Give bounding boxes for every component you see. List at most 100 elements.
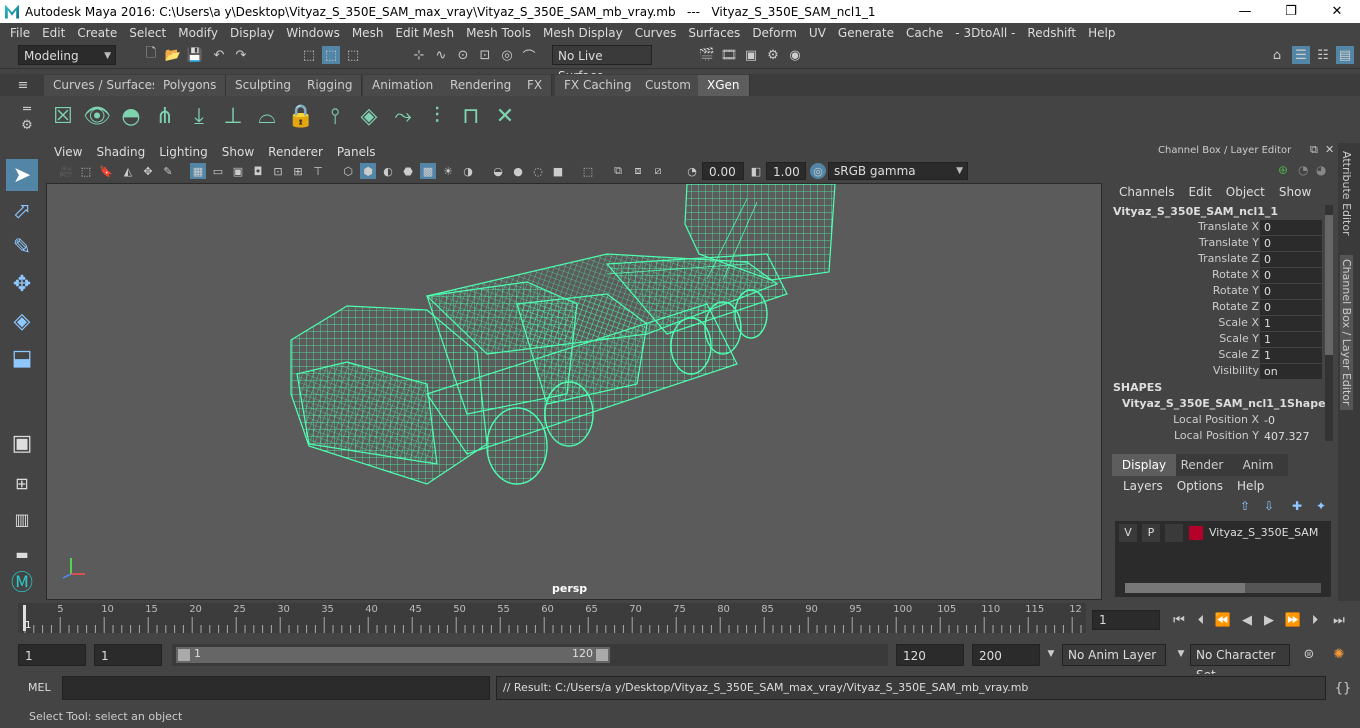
menu-mesh-tools[interactable]: Mesh Tools — [460, 26, 537, 40]
snap-view-icon[interactable]: ⊡ — [476, 46, 494, 64]
layer-display-type-toggle[interactable] — [1165, 524, 1183, 542]
tab-fx-caching[interactable]: FX Caching — [555, 75, 642, 96]
live-surface-field[interactable]: No Live Surface — [552, 45, 652, 83]
speed-icon[interactable]: ◔ — [1298, 163, 1308, 177]
exposure-icon[interactable]: ◔ — [684, 163, 700, 179]
layer-row[interactable]: V P Vityaz_S_350E_SAM — [1117, 524, 1329, 542]
attr-local-position-x[interactable]: Local Position X -0 — [1108, 413, 1337, 429]
go-to-start-icon[interactable]: ⏮ — [1170, 611, 1188, 629]
tab-rendering[interactable]: Rendering — [441, 75, 522, 96]
attr-translate-y[interactable]: Translate Y0 — [1108, 236, 1337, 252]
lasso-tool-icon[interactable]: ⬀ — [6, 195, 38, 227]
attr-rotate-z[interactable]: Rotate Z0 — [1108, 300, 1337, 316]
layer-visibility-toggle[interactable]: V — [1119, 524, 1137, 542]
float-panel-icon[interactable]: ⧉ — [1310, 143, 1318, 157]
attr-local-position-y[interactable]: Local Position Y 407.327 — [1108, 429, 1337, 445]
use-all-lights-icon[interactable]: ▩ — [420, 163, 436, 179]
layer-menu-options[interactable]: Options — [1177, 479, 1223, 493]
new-layer-icon[interactable]: ✚ — [1292, 499, 1302, 513]
xgen-groom-icon[interactable]: ⫶ — [422, 100, 452, 132]
scene-end-field[interactable]: 200 — [972, 644, 1040, 666]
chevron-down-icon[interactable]: ▼ — [1042, 645, 1060, 663]
range-handle-bar[interactable]: 1 120 — [176, 647, 610, 663]
tab-animation[interactable]: Animation — [363, 75, 444, 96]
manipulator-icon[interactable]: ⊕ — [1278, 163, 1288, 177]
camera-tools-icon[interactable]: ⬚ — [78, 163, 94, 179]
select-by-hierarchy-icon[interactable]: ⬚ — [300, 46, 318, 64]
tab-anim[interactable]: Anim — [1228, 454, 1288, 476]
save-scene-icon[interactable]: 💾 — [186, 46, 204, 64]
go-to-end-icon[interactable]: ⏭ — [1330, 611, 1348, 629]
close-panel-icon[interactable]: ✕ — [1325, 143, 1334, 156]
range-end-handle[interactable] — [596, 649, 608, 661]
xgen-add-guide-icon[interactable]: ⋔ — [150, 100, 180, 132]
textured-icon[interactable]: ⬣ — [400, 163, 416, 179]
step-back-key-icon[interactable]: ⏪ — [1214, 611, 1232, 629]
undo-icon[interactable]: ↶ — [210, 46, 228, 64]
single-perspective-layout-icon[interactable]: ▣ — [6, 427, 38, 459]
mode-dropdown[interactable]: Modeling ▼ — [18, 45, 116, 65]
menu-edit[interactable]: Edit — [36, 26, 71, 40]
menu-edit-mesh[interactable]: Edit Mesh — [389, 26, 460, 40]
snap-surface-icon[interactable]: ◎ — [498, 46, 516, 64]
playback-end-field[interactable]: 120 — [896, 644, 964, 666]
play-backwards-icon[interactable]: ◀ — [1238, 611, 1256, 629]
script-language-toggle[interactable]: MEL — [28, 681, 51, 694]
hyper-icon[interactable]: ◕ — [1316, 163, 1326, 177]
playhead[interactable] — [23, 605, 26, 631]
xgen-guide-tool-icon[interactable]: ⤓ — [184, 100, 214, 132]
range-start-handle[interactable] — [178, 649, 190, 661]
scene-start-field[interactable]: 1 — [18, 644, 86, 666]
move-layer-down-icon[interactable]: ⇩ — [1264, 499, 1274, 513]
select-by-component-icon[interactable]: ⬚ — [344, 46, 362, 64]
xgen-preview-icon[interactable]: 👁 — [82, 100, 112, 132]
range-track[interactable]: 1 120 — [172, 644, 888, 666]
cb-menu-edit[interactable]: Edit — [1189, 185, 1212, 199]
multisample-aa-icon[interactable]: ● — [510, 163, 526, 179]
move-layer-up-icon[interactable]: ⇧ — [1240, 499, 1250, 513]
cb-menu-object[interactable]: Object — [1226, 185, 1265, 199]
menu-deform[interactable]: Deform — [746, 26, 803, 40]
snap-curve-icon[interactable]: ∿ — [432, 46, 450, 64]
menu-create[interactable]: Create — [71, 26, 123, 40]
resolution-gate-icon[interactable]: ▣ — [230, 163, 246, 179]
xgen-add-guide-plus-icon[interactable]: ⊥ — [218, 100, 248, 132]
layer-color-swatch[interactable] — [1189, 526, 1203, 540]
outliner-layout-icon[interactable]: ▥ — [6, 503, 38, 535]
current-frame-field[interactable]: 1 — [1092, 610, 1160, 630]
xray-joints-icon[interactable]: ⧉ — [610, 163, 626, 179]
magnet-icon[interactable]: ⌒ — [520, 46, 538, 65]
image-plane-icon[interactable]: ◭ — [120, 163, 136, 179]
snap-grid-icon[interactable]: ⊹ — [410, 46, 428, 64]
layer-scrollbar[interactable] — [1125, 583, 1321, 593]
safe-title-icon[interactable]: ⊤ — [310, 163, 326, 179]
menu-file[interactable]: File — [0, 26, 36, 40]
menu-mesh[interactable]: Mesh — [346, 26, 390, 40]
tab-sculpting[interactable]: Sculpting — [226, 75, 302, 96]
hypershade-icon[interactable]: ◉ — [786, 46, 804, 64]
render-view-icon[interactable]: 🎬 — [698, 46, 716, 64]
rotate-tool-icon[interactable]: ◈ — [6, 305, 38, 337]
gamma-icon[interactable]: ◧ — [748, 163, 764, 179]
menu-windows[interactable]: Windows — [280, 26, 346, 40]
xgen-comb-icon[interactable]: ⊓ — [456, 100, 486, 132]
xray-active-icon[interactable]: ⧈ — [630, 163, 646, 179]
menu-curves[interactable]: Curves — [629, 26, 683, 40]
gamma-field[interactable]: 1.00 — [766, 162, 806, 180]
xgen-guide-arc-icon[interactable]: ⌓ — [252, 100, 282, 132]
xgen-editor-icon[interactable]: ☒ — [48, 100, 78, 132]
cb-menu-channels[interactable]: Channels — [1119, 185, 1175, 199]
screen-space-ao-icon[interactable]: ◑ — [460, 163, 476, 179]
menu-modify[interactable]: Modify — [172, 26, 224, 40]
bookmark-icon[interactable]: 🔖 — [98, 163, 114, 179]
wireframe-icon[interactable]: ⬡ — [340, 163, 356, 179]
new-layer-selected-icon[interactable]: ✦ — [1316, 499, 1326, 513]
perspective-viewport[interactable]: persp — [46, 183, 1102, 600]
step-forward-key-icon[interactable]: ⏩ — [1284, 611, 1302, 629]
smooth-shade-icon[interactable]: ⬢ — [360, 163, 376, 179]
open-scene-icon[interactable]: 📂 — [164, 46, 182, 64]
attr-scale-z[interactable]: Scale Z1 — [1108, 348, 1337, 364]
tab-render[interactable]: Render — [1176, 454, 1228, 476]
close-button[interactable]: ✕ — [1314, 0, 1360, 23]
menu-cache[interactable]: Cache — [900, 26, 949, 40]
